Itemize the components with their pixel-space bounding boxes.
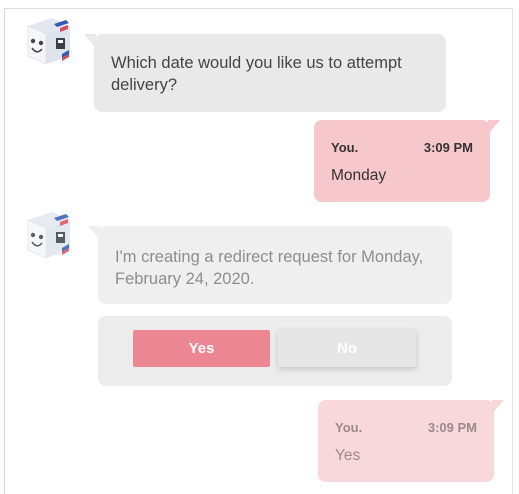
- bubble-tail: [488, 120, 500, 134]
- user-message-text: Monday: [331, 167, 387, 184]
- yes-button[interactable]: Yes: [133, 330, 270, 367]
- user-message-text: Yes: [335, 447, 361, 464]
- chat-window: Which date would you like us to attempt …: [0, 0, 519, 494]
- window-border-right: [512, 8, 513, 494]
- window-border-top: [4, 8, 513, 9]
- user-name: You.: [335, 420, 363, 435]
- bot-avatar-icon: [22, 210, 74, 262]
- bot-message-text: I'm creating a redirect request for Mond…: [115, 248, 424, 288]
- bubble-tail: [84, 34, 96, 48]
- bot-message-bubble: I'm creating a redirect request for Mond…: [88, 226, 452, 304]
- user-message-bubble: You. 3:09 PM Yes: [318, 400, 504, 482]
- user-name: You.: [331, 140, 359, 155]
- message-time: 3:09 PM: [427, 420, 477, 435]
- window-border-left: [4, 8, 5, 494]
- message-time: 3:09 PM: [423, 140, 473, 155]
- bubble-tail: [492, 400, 504, 414]
- bot-message-bubble: Which date would you like us to attempt …: [84, 34, 446, 112]
- user-message-bubble: You. 3:09 PM Monday: [314, 120, 500, 202]
- bot-message-text: Which date would you like us to attempt …: [111, 54, 402, 94]
- bot-avatar-icon: [22, 16, 74, 68]
- no-button[interactable]: No: [278, 330, 416, 367]
- bubble-tail: [88, 226, 100, 240]
- choice-panel: Yes No: [98, 316, 452, 386]
